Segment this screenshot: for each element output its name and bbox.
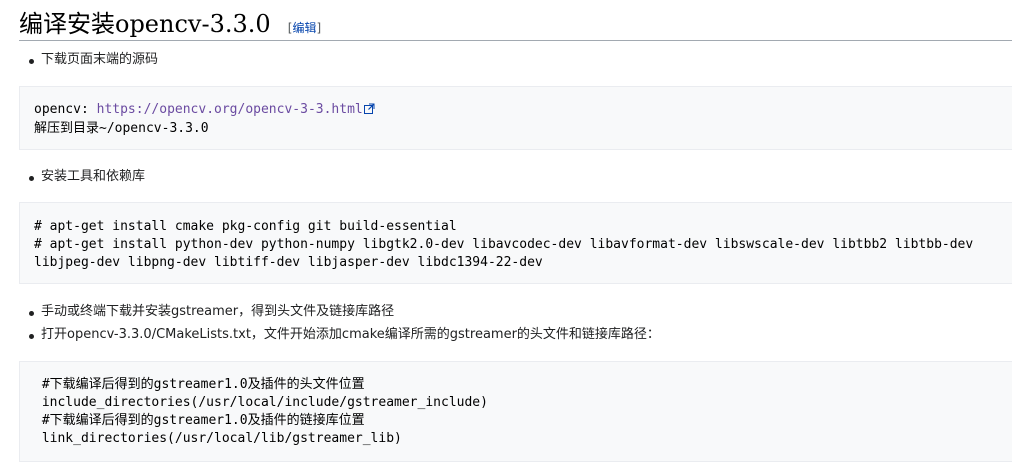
edit-section: [编辑]: [288, 21, 321, 35]
page: 编译安装opencv-3.3.0 [编辑] 下载页面末端的源码 opencv: …: [0, 0, 1012, 474]
list-item: 手动或终端下载并安装gstreamer，得到头文件及链接库路径: [29, 303, 394, 321]
code-prefix: opencv:: [34, 102, 97, 117]
code-line: libjpeg-dev libpng-dev libtiff-dev libja…: [34, 255, 543, 270]
list-item-text: 打开opencv-3.3.0/CMakeLists.txt，文件开始添加cmak…: [41, 327, 660, 342]
list-item-text: 下载页面末端的源码: [41, 52, 159, 67]
list-item: 下载页面末端的源码: [29, 51, 158, 69]
code-line: link_directories(/usr/local/lib/gstreame…: [34, 431, 402, 446]
code-line: include_directories(/usr/local/include/g…: [34, 395, 488, 410]
code-line: 解压到目录~/opencv-3.3.0: [34, 121, 209, 136]
section-heading: 编译安装opencv-3.3.0 [编辑]: [19, 8, 1012, 41]
code-line: # apt-get install cmake pkg-config git b…: [34, 219, 457, 234]
code-line: #下载编译后得到的gstreamer1.0及插件的链接库位置: [34, 413, 365, 428]
code-block-cmake: #下载编译后得到的gstreamer1.0及插件的头文件位置 include_d…: [19, 361, 1012, 462]
code-line: # apt-get install python-dev python-nump…: [34, 237, 974, 252]
page-title: 编译安装opencv-3.3.0: [19, 10, 271, 38]
code-line: opencv: https://opencv.org/opencv-3-3.ht…: [34, 101, 998, 120]
external-link-icon: [363, 102, 375, 120]
list-item: 安装工具和依赖库: [29, 168, 145, 186]
edit-link[interactable]: 编辑: [292, 21, 316, 35]
code-line: #下载编译后得到的gstreamer1.0及插件的头文件位置: [34, 377, 365, 392]
opencv-download-link[interactable]: https://opencv.org/opencv-3-3.html: [97, 102, 363, 117]
list-item-text: 安装工具和依赖库: [41, 169, 146, 184]
code-block-install: # apt-get install cmake pkg-config git b…: [19, 202, 1012, 284]
list-item-text: 手动或终端下载并安装gstreamer，得到头文件及链接库路径: [41, 304, 395, 319]
edit-bracket-close: ]: [316, 21, 322, 35]
code-block-source: opencv: https://opencv.org/opencv-3-3.ht…: [19, 86, 1012, 150]
list-item: 打开opencv-3.3.0/CMakeLists.txt，文件开始添加cmak…: [29, 326, 660, 344]
